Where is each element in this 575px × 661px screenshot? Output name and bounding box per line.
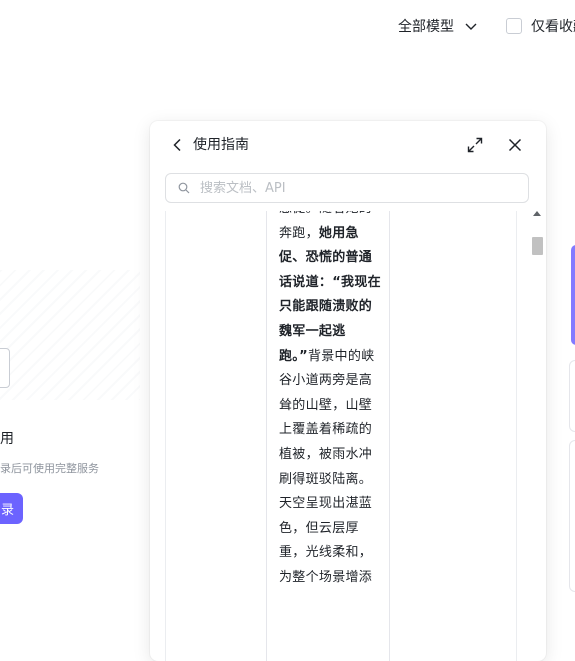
guide-panel-header: 使用指南: [150, 121, 546, 169]
model-filter-dropdown[interactable]: 全部模型: [398, 14, 478, 38]
background-title: 使用: [0, 431, 14, 447]
doc-scrollbar[interactable]: [531, 211, 543, 661]
doc-paragraph: 急促。随着她的奔跑，她用急促、恐慌的普通话说道：“我现在只能跟随溃败的魏军一起逃…: [279, 211, 381, 591]
login-button-label: 录: [0, 503, 14, 518]
expand-icon[interactable]: [466, 136, 484, 154]
chevron-down-icon: [465, 23, 477, 30]
chevron-left-icon[interactable]: [170, 137, 186, 153]
doc-text-bold: 她用急促、恐慌的普通话说道：“我现在只能跟随溃败的魏军一起逃跑。”: [279, 225, 381, 364]
right-card-edge: [569, 360, 575, 432]
doc-content-area: 急促。随着她的奔跑，她用急促、恐慌的普通话说道：“我现在只能跟随溃败的魏军一起逃…: [165, 211, 517, 661]
scroll-thumb[interactable]: [532, 237, 543, 255]
scroll-up-arrow-icon[interactable]: [533, 211, 541, 216]
favorites-only-toggle[interactable]: 仅看收藏: [506, 14, 575, 38]
right-card-accent: [571, 245, 575, 345]
background-subtitle: 录后可使用完整服务: [0, 462, 99, 475]
panel-title: 使用指南: [193, 137, 249, 153]
model-filter-label: 全部模型: [398, 19, 454, 35]
guide-panel: 使用指南 急促。随着她的奔跑，她用急促、恐慌的普通话说道：“我现在只能跟随溃败的…: [150, 121, 546, 661]
favorites-checkbox[interactable]: [506, 18, 522, 34]
favorites-checkbox-label: 仅看收藏: [531, 19, 575, 35]
background-card-edge: [0, 348, 10, 388]
doc-search-input[interactable]: [198, 179, 502, 197]
background-illustration: [0, 270, 140, 400]
right-card-edge: [569, 440, 575, 592]
doc-search-box[interactable]: [165, 173, 529, 203]
doc-column: 急促。随着她的奔跑，她用急促、恐慌的普通话说道：“我现在只能跟随溃败的魏军一起逃…: [266, 211, 390, 661]
search-icon: [178, 182, 190, 194]
doc-text-after: 背景中的峡谷小道两旁是高耸的山壁，山壁上覆盖着稀疏的植被，被雨水冲刷得斑驳陆离。…: [279, 348, 375, 585]
login-button[interactable]: 录: [0, 493, 23, 524]
close-icon[interactable]: [506, 136, 524, 154]
